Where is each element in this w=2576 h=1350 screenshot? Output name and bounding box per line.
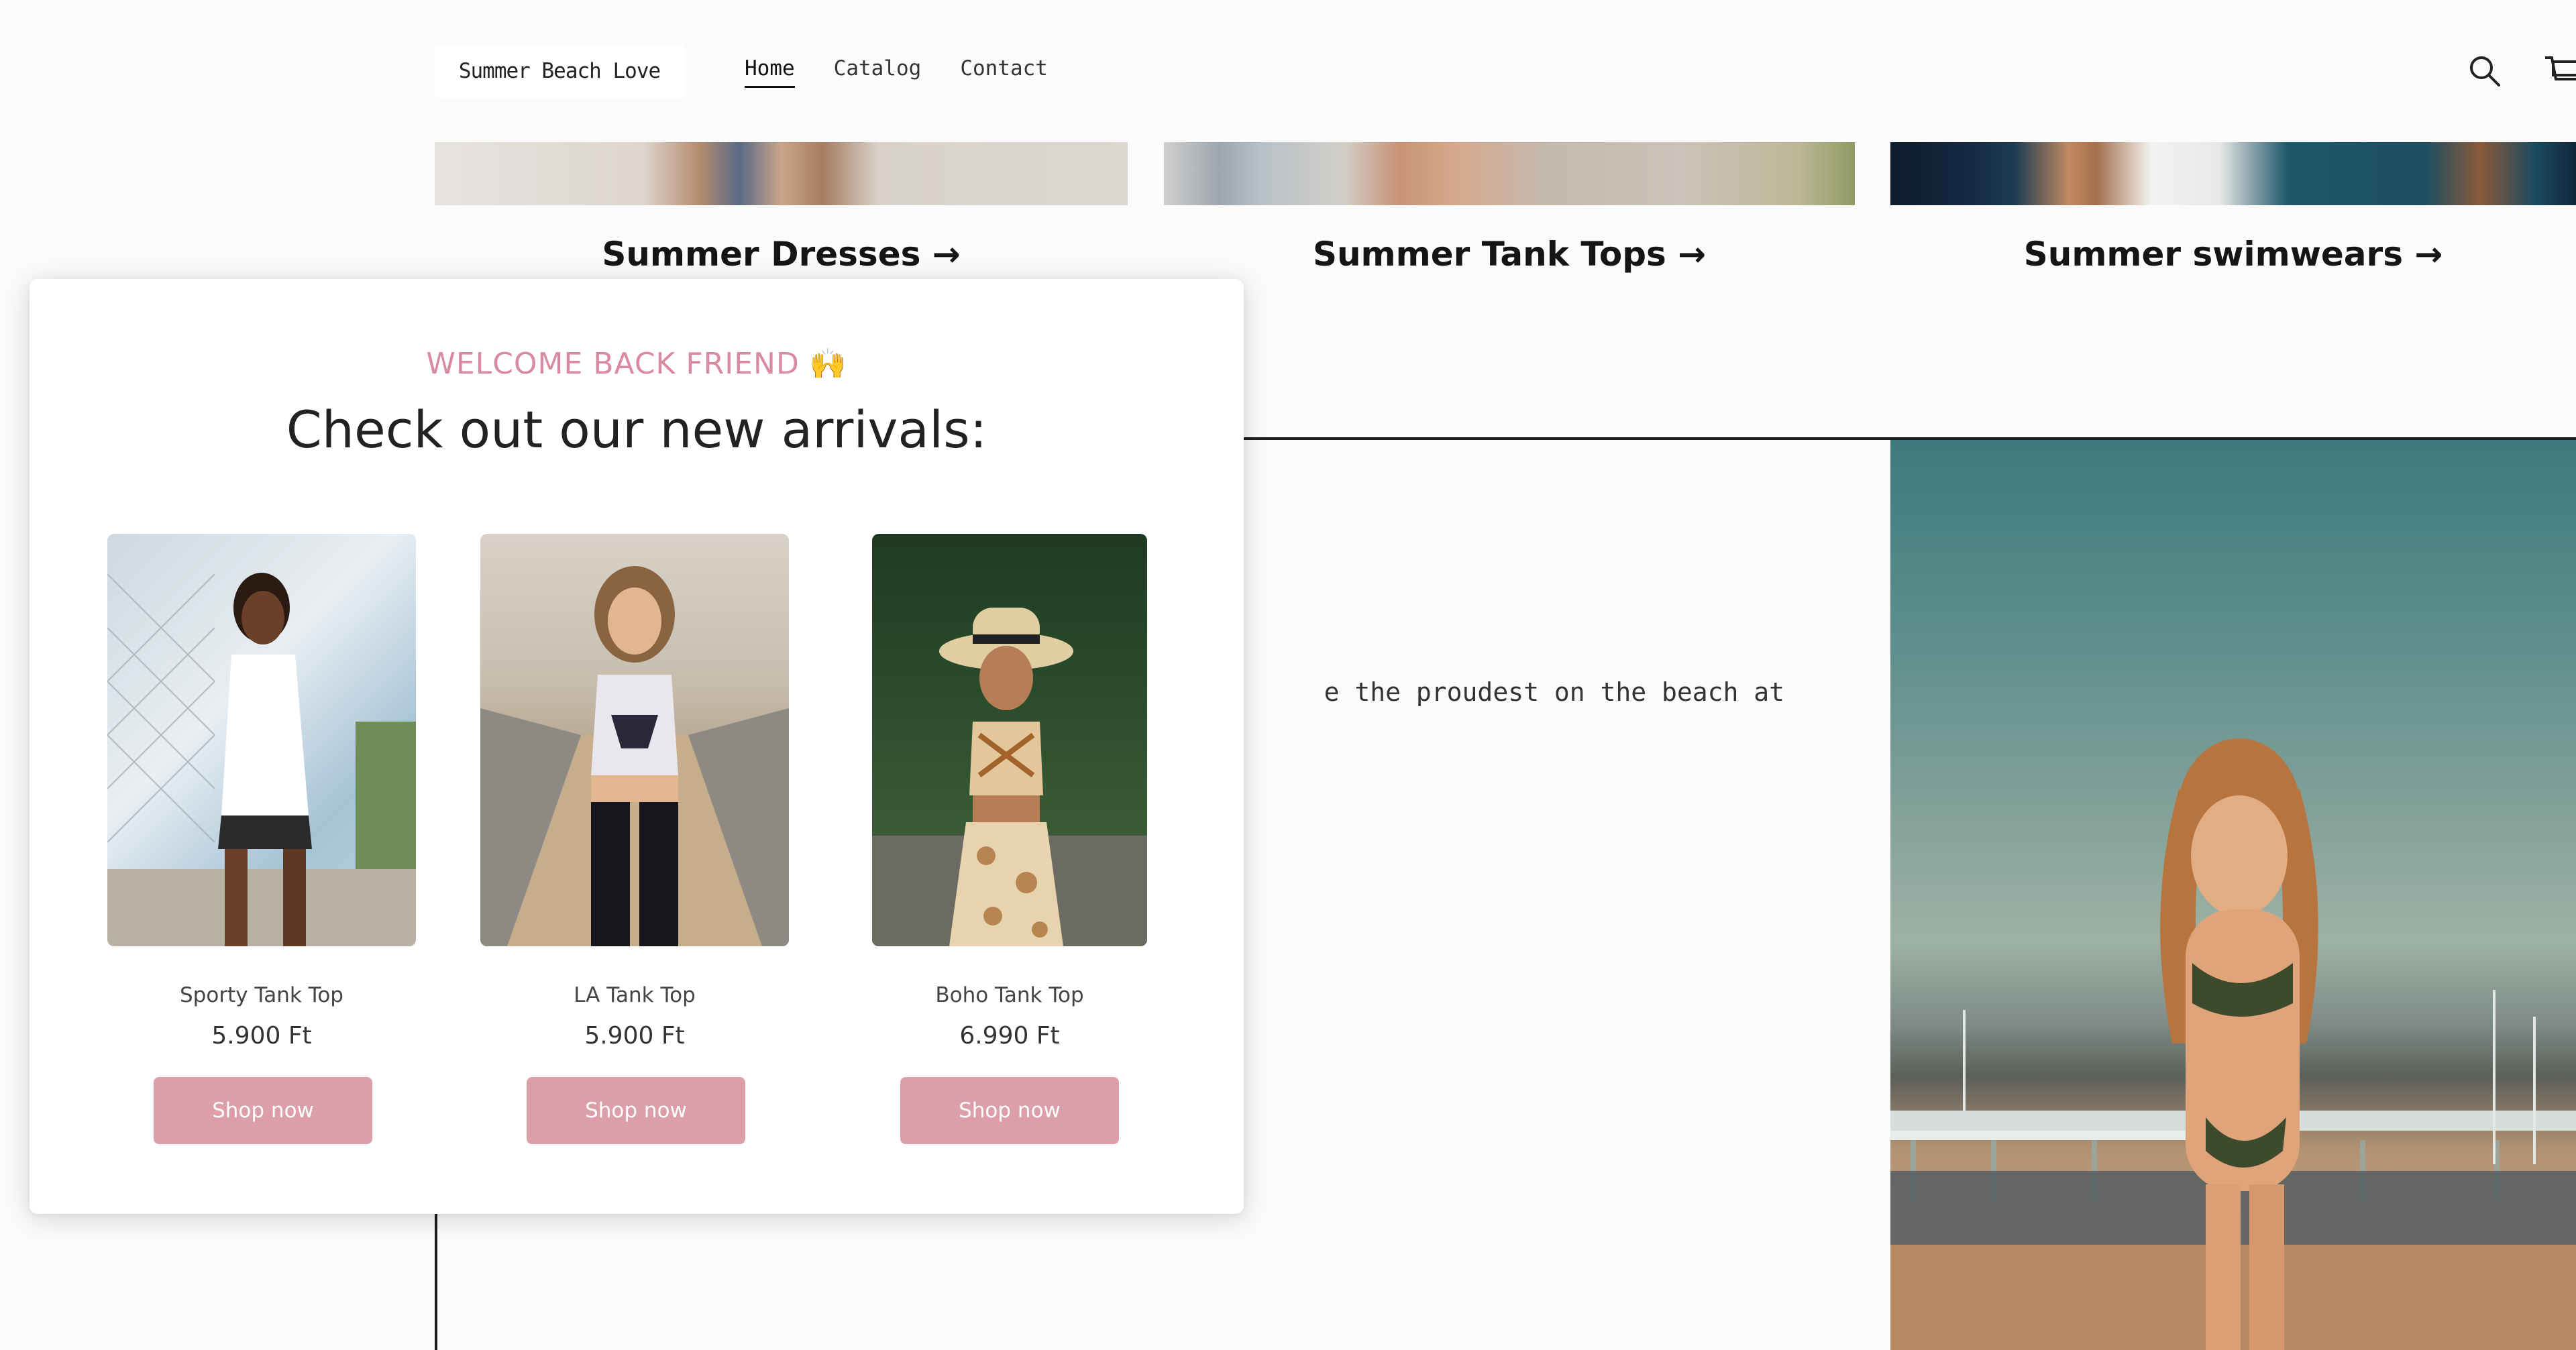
nav-link-home[interactable]: Home [745,56,795,88]
nav-link-catalog[interactable]: Catalog [834,56,922,88]
nav-link-contact[interactable]: Contact [960,56,1048,88]
collection-link-swimwears[interactable]: Summer swimwears → [1890,235,2576,274]
collection-link-dresses[interactable]: Summer Dresses → [435,235,1128,274]
product-price-sporty: 5.900 Ft [211,1022,312,1050]
product-image-sporty[interactable] [107,534,416,946]
product-photo-boho [872,608,1147,946]
product-card-boho[interactable] [872,534,1147,950]
popup-title: Check out our new arrivals: [286,400,987,459]
collection-image-tank-tops[interactable] [1164,142,1855,205]
featured-text-content: e the proudest on the beach at [1324,677,1784,707]
product-name-la[interactable]: LA Tank Top [480,983,789,1007]
product-price-la: 5.900 Ft [584,1022,685,1050]
site-header: Summer Beach Love Home Catalog Contact [0,0,2576,141]
store-logo-text: Summer Beach Love [458,59,661,83]
main-nav: Home Catalog Contact [745,56,1048,88]
collection-link-tank-tops[interactable]: Summer Tank Tops → [1164,235,1855,274]
shop-now-button-boho[interactable]: Shop now [900,1077,1119,1144]
collection-image-dresses[interactable] [435,142,1128,205]
hero-swimwear-image [1890,440,2576,1350]
product-card-la[interactable] [480,534,789,950]
product-price-boho: 6.990 Ft [959,1022,1060,1050]
hero-photo-illustration [1890,738,2576,1350]
product-name-boho[interactable]: Boho Tank Top [872,983,1147,1007]
product-photo-la [480,566,789,946]
storefront-page: Summer Beach Love Home Catalog Contact S… [0,0,2576,1350]
product-image-boho[interactable] [872,534,1147,946]
product-card-sporty[interactable] [107,534,416,950]
shop-now-button-sporty[interactable]: Shop now [154,1077,372,1144]
shop-now-button-la[interactable]: Shop now [527,1077,745,1144]
store-logo[interactable]: Summer Beach Love [435,44,684,98]
product-image-la[interactable] [480,534,789,946]
collection-image-swimwears[interactable] [1890,142,2576,205]
popup-kicker: WELCOME BACK FRIEND 🙌 [426,347,847,381]
search-icon[interactable] [2467,54,2502,89]
cart-icon[interactable] [2542,54,2576,91]
product-photo-sporty [107,573,416,946]
product-name-sporty[interactable]: Sporty Tank Top [107,983,416,1007]
new-arrivals-popup[interactable]: WELCOME BACK FRIEND 🙌 Check out our new … [30,279,1244,1214]
